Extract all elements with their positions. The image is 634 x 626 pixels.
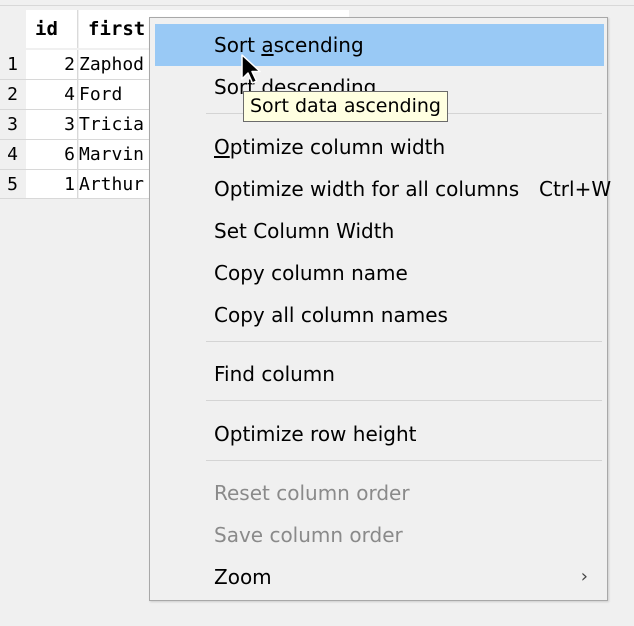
menu-item-zoom[interactable]: Zoom ›	[155, 556, 604, 598]
menu-item-copy-column-name[interactable]: Copy column name	[155, 252, 604, 294]
menu-separator	[206, 400, 602, 401]
table-row[interactable]: 1 2 Zaphod	[0, 50, 160, 80]
cell-first[interactable]: Marvin	[79, 140, 159, 169]
menu-item-optimize-row-height[interactable]: Optimize row height	[155, 413, 604, 455]
submenu-arrow-icon: ›	[580, 566, 588, 587]
menu-item-label: Set Column Width	[214, 219, 395, 243]
menu-item-label: Optimize width for all columns	[214, 177, 520, 201]
row-number[interactable]: 2	[0, 80, 25, 109]
cell-first[interactable]: Ford	[79, 80, 159, 109]
table-row[interactable]: 3 3 Tricia	[0, 110, 160, 140]
table-row[interactable]: 2 4 Ford	[0, 80, 160, 110]
cell-id[interactable]: 3	[26, 110, 78, 139]
menu-item-label: Optimize row height	[214, 422, 417, 446]
menu-item-label: Copy all column names	[214, 303, 448, 327]
menu-item-label: Copy column name	[214, 261, 408, 285]
table-row[interactable]: 4 6 Marvin	[0, 140, 160, 170]
cell-id[interactable]: 6	[26, 140, 78, 169]
menu-item-set-column-width[interactable]: Set Column Width	[155, 210, 604, 252]
menu-item-save-column-order: Save column order	[155, 514, 604, 556]
row-number[interactable]: 3	[0, 110, 25, 139]
cell-first[interactable]: Zaphod	[79, 50, 159, 79]
menu-item-label: Reset column order	[214, 481, 410, 505]
cell-first[interactable]: Tricia	[79, 110, 159, 139]
menu-item-label: Find column	[214, 362, 335, 386]
cell-id[interactable]: 2	[26, 50, 78, 79]
column-header-id[interactable]: id	[26, 10, 78, 48]
row-number[interactable]: 4	[0, 140, 25, 169]
menu-item-label: Zoom	[214, 565, 272, 589]
cell-first[interactable]: Arthur	[79, 170, 159, 199]
menu-item-reset-column-order: Reset column order	[155, 472, 604, 514]
row-divider	[0, 198, 160, 199]
menu-separator	[206, 341, 602, 342]
menu-item-optimize-all-columns[interactable]: Optimize width for all columns Ctrl+W	[155, 168, 611, 210]
row-number[interactable]: 1	[0, 50, 25, 79]
menu-item-label: scending	[273, 33, 364, 57]
mouse-cursor-icon	[241, 54, 261, 84]
cell-id[interactable]: 1	[26, 170, 78, 199]
table-row[interactable]: 5 1 Arthur	[0, 170, 160, 200]
menu-item-mnemonic: O	[214, 135, 230, 159]
row-number[interactable]: 5	[0, 170, 25, 199]
menu-item-optimize-column-width[interactable]: Optimize column width	[155, 126, 604, 168]
menu-item-copy-all-column-names[interactable]: Copy all column names	[155, 294, 604, 336]
grid-top-border	[0, 5, 634, 6]
menu-item-label: Save column order	[214, 523, 403, 547]
menu-item-find-column[interactable]: Find column	[155, 353, 604, 395]
menu-item-label: ptimize column width	[229, 135, 446, 159]
menu-item-sort-ascending[interactable]: Sort ascending	[155, 24, 604, 66]
menu-item-shortcut: Ctrl+W	[539, 177, 612, 201]
menu-separator	[206, 460, 602, 461]
cell-id[interactable]: 4	[26, 80, 78, 109]
tooltip: Sort data ascending	[243, 91, 448, 122]
